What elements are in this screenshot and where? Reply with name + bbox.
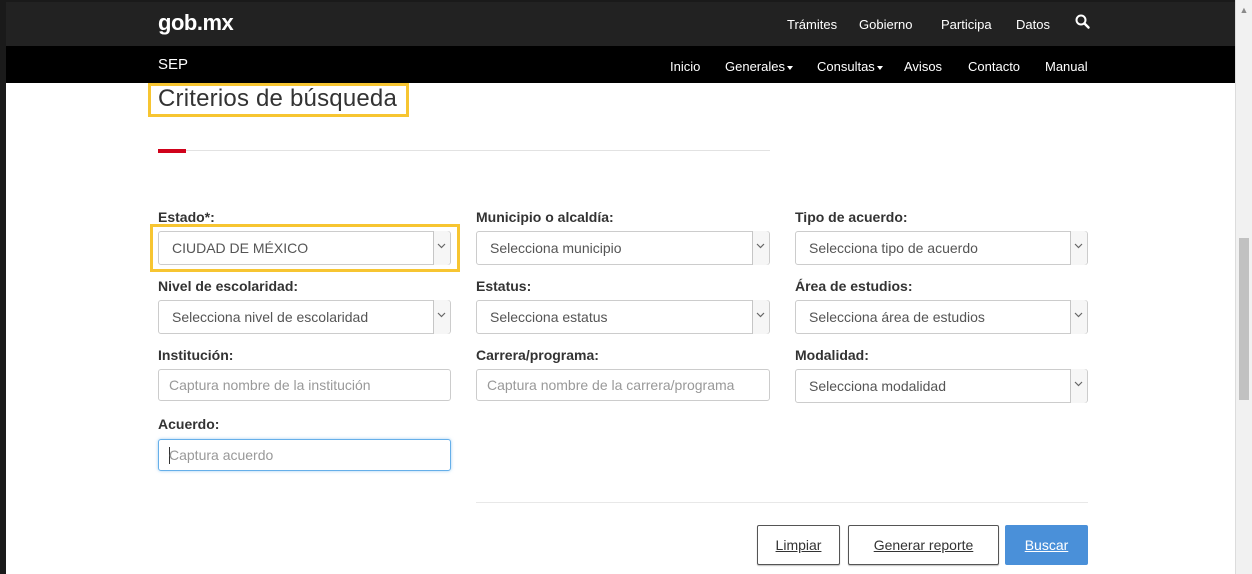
estado-highlight xyxy=(150,224,460,272)
acuerdo-label: Acuerdo: xyxy=(158,416,220,432)
form-divider xyxy=(476,502,1088,503)
modalidad-select[interactable]: Selecciona modalidad xyxy=(795,369,1088,403)
institucion-placeholder: Captura nombre de la institución xyxy=(169,377,371,393)
heading-highlight xyxy=(148,83,409,117)
nivel-label: Nivel de escolaridad: xyxy=(158,278,299,294)
acuerdo-placeholder: Captura acuerdo xyxy=(169,447,274,463)
buscar-button[interactable]: Buscar xyxy=(1005,525,1088,565)
institucion-input[interactable]: Captura nombre de la institución xyxy=(158,369,451,401)
limpiar-button[interactable]: Limpiar xyxy=(757,525,840,565)
nav-participa[interactable]: Participa xyxy=(941,17,992,32)
scroll-up-arrow-icon[interactable]: ▲ xyxy=(1236,2,1252,18)
window-frame-left xyxy=(0,0,6,574)
title-divider xyxy=(186,150,770,151)
nav-avisos[interactable]: Avisos xyxy=(904,59,942,74)
municipio-value: Selecciona municipio xyxy=(490,240,622,256)
tipo-acuerdo-value: Selecciona tipo de acuerdo xyxy=(809,240,978,256)
nav-datos[interactable]: Datos xyxy=(1016,17,1050,32)
generar-reporte-button[interactable]: Generar reporte xyxy=(848,525,999,565)
gob-header: gob.mx Trámites Gobierno Participa Datos xyxy=(6,2,1235,46)
area-select[interactable]: Selecciona área de estudios xyxy=(795,300,1088,334)
nav-contacto[interactable]: Contacto xyxy=(968,59,1020,74)
estatus-label: Estatus: xyxy=(476,278,532,294)
chevron-down-icon xyxy=(1070,300,1087,334)
acuerdo-input[interactable]: Captura acuerdo xyxy=(158,439,451,471)
gob-logo[interactable]: gob.mx xyxy=(158,10,234,36)
caret-down-icon xyxy=(786,65,793,70)
nav-manual[interactable]: Manual xyxy=(1045,59,1088,74)
chevron-down-icon xyxy=(752,231,769,265)
title-accent-line xyxy=(158,149,186,153)
nav-tramites[interactable]: Trámites xyxy=(787,17,837,32)
tipo-acuerdo-label: Tipo de acuerdo: xyxy=(795,209,908,225)
carrera-label: Carrera/programa: xyxy=(476,347,599,363)
nav-generales[interactable]: Generales xyxy=(725,59,793,74)
search-icon[interactable] xyxy=(1074,13,1092,31)
nav-consultas[interactable]: Consultas xyxy=(817,59,883,74)
modalidad-value: Selecciona modalidad xyxy=(809,378,946,394)
institucion-label: Institución: xyxy=(158,347,234,363)
estatus-select[interactable]: Selecciona estatus xyxy=(476,300,770,334)
tipo-acuerdo-select[interactable]: Selecciona tipo de acuerdo xyxy=(795,231,1088,265)
nav-gobierno[interactable]: Gobierno xyxy=(859,17,912,32)
chevron-down-icon xyxy=(752,300,769,334)
municipio-label: Municipio o alcaldía: xyxy=(476,209,614,225)
area-value: Selecciona área de estudios xyxy=(809,309,985,325)
modalidad-label: Modalidad: xyxy=(795,347,869,363)
chevron-down-icon xyxy=(1070,231,1087,265)
carrera-placeholder: Captura nombre de la carrera/programa xyxy=(487,377,735,393)
chevron-down-icon xyxy=(1070,369,1087,403)
sep-navbar: SEP Inicio Generales Consultas Avisos Co… xyxy=(6,46,1235,83)
vertical-scrollbar[interactable]: ▲ xyxy=(1235,0,1252,574)
sep-title[interactable]: SEP xyxy=(158,56,188,73)
scroll-thumb[interactable] xyxy=(1239,238,1249,400)
caret-down-icon xyxy=(876,65,883,70)
nivel-select[interactable]: Selecciona nivel de escolaridad xyxy=(158,300,451,334)
estado-label: Estado*: xyxy=(158,209,215,225)
nivel-value: Selecciona nivel de escolaridad xyxy=(172,309,369,325)
nav-inicio[interactable]: Inicio xyxy=(670,59,700,74)
municipio-select[interactable]: Selecciona municipio xyxy=(476,231,770,265)
chevron-down-icon xyxy=(433,300,450,334)
carrera-input[interactable]: Captura nombre de la carrera/programa xyxy=(476,369,770,401)
area-label: Área de estudios: xyxy=(795,278,913,294)
estatus-value: Selecciona estatus xyxy=(490,309,608,325)
